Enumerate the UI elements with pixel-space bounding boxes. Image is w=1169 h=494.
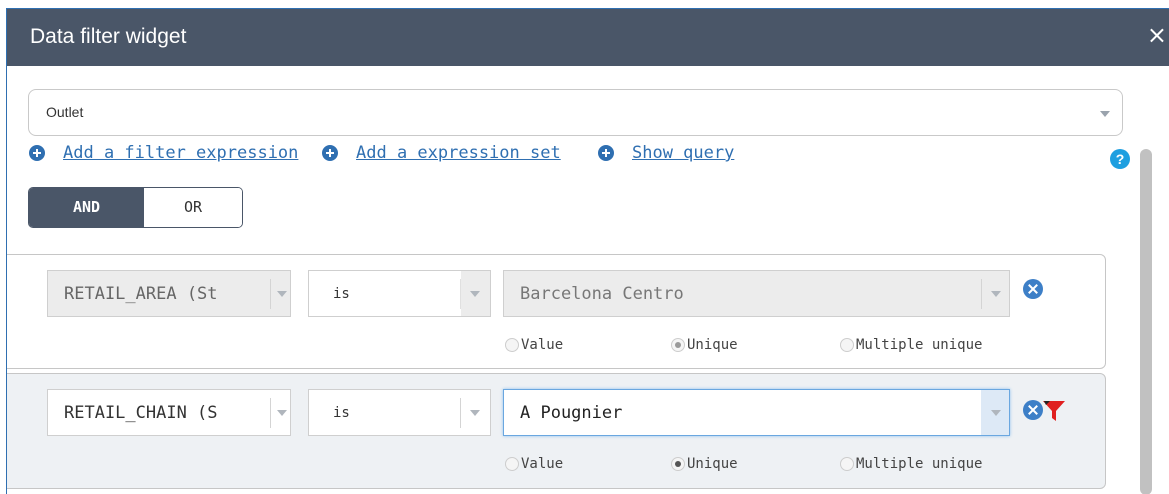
add-expression-set-label: Add a expression set — [356, 143, 561, 163]
field-select[interactable]: RETAIL_AREA (St — [47, 270, 291, 317]
value-input[interactable]: Barcelona Centro — [503, 270, 1010, 317]
radio-multiple-unique-label: Multiple unique — [856, 456, 983, 472]
chevron-down-icon — [277, 291, 287, 297]
radio-circle-icon — [840, 457, 854, 471]
radio-circle-icon — [505, 457, 519, 471]
radio-unique-label: Unique — [687, 337, 738, 353]
expression-row: RETAIL_AREA (St is Barcelona Centro Valu… — [7, 254, 1106, 369]
radio-value-label: Value — [521, 337, 564, 353]
operator-select-value: is — [333, 405, 350, 421]
value-input-text: Barcelona Centro — [520, 284, 684, 304]
show-query-label: Show query — [632, 143, 735, 163]
layer-select[interactable]: Outlet — [28, 89, 1123, 136]
close-icon[interactable]: × — [1147, 23, 1167, 47]
filter-icon[interactable] — [1042, 399, 1066, 423]
scrollbar[interactable] — [1140, 149, 1152, 494]
field-select-value: RETAIL_CHAIN (S — [64, 403, 218, 423]
operator-select[interactable]: is — [308, 270, 491, 317]
operator-select-value: is — [333, 286, 350, 302]
chevron-down-icon — [1100, 111, 1110, 117]
remove-expression-icon[interactable] — [1023, 400, 1043, 420]
radio-unique-label: Unique — [687, 456, 738, 472]
window-title: Data filter widget — [30, 25, 187, 48]
add-filter-expression-label: Add a filter expression — [63, 143, 299, 163]
chevron-down-icon — [470, 291, 480, 297]
plus-circle-icon — [29, 145, 45, 161]
plus-circle-icon — [322, 145, 338, 161]
radio-circle-icon — [840, 338, 854, 352]
chevron-down-icon — [991, 410, 1001, 416]
remove-expression-icon[interactable] — [1023, 279, 1043, 299]
value-input-text: A Pougnier — [520, 403, 623, 423]
field-select-value: RETAIL_AREA (St — [64, 284, 218, 304]
chevron-down-icon — [470, 410, 480, 416]
plus-circle-icon — [598, 145, 614, 161]
logic-toggle: AND OR — [28, 187, 243, 228]
value-input[interactable]: A Pougnier — [503, 389, 1010, 436]
or-button[interactable]: OR — [144, 188, 242, 227]
radio-multiple-unique-label: Multiple unique — [856, 337, 983, 353]
help-icon[interactable]: ? — [1110, 149, 1130, 169]
operator-select[interactable]: is — [308, 389, 491, 436]
radio-value-label: Value — [521, 456, 564, 472]
radio-circle-icon — [505, 338, 519, 352]
expression-row: RETAIL_CHAIN (S is A Pougnier Value Uniq… — [7, 373, 1106, 489]
field-select[interactable]: RETAIL_CHAIN (S — [47, 389, 291, 436]
radio-circle-icon — [671, 338, 685, 352]
chevron-down-icon — [991, 291, 1001, 297]
layer-select-value: Outlet — [46, 104, 84, 120]
title-bar: Data filter widget × — [7, 9, 1169, 66]
radio-circle-icon — [671, 457, 685, 471]
and-button[interactable]: AND — [29, 188, 144, 227]
data-filter-window: Data filter widget × Outlet Add a filter… — [6, 8, 1169, 494]
chevron-down-icon — [277, 410, 287, 416]
